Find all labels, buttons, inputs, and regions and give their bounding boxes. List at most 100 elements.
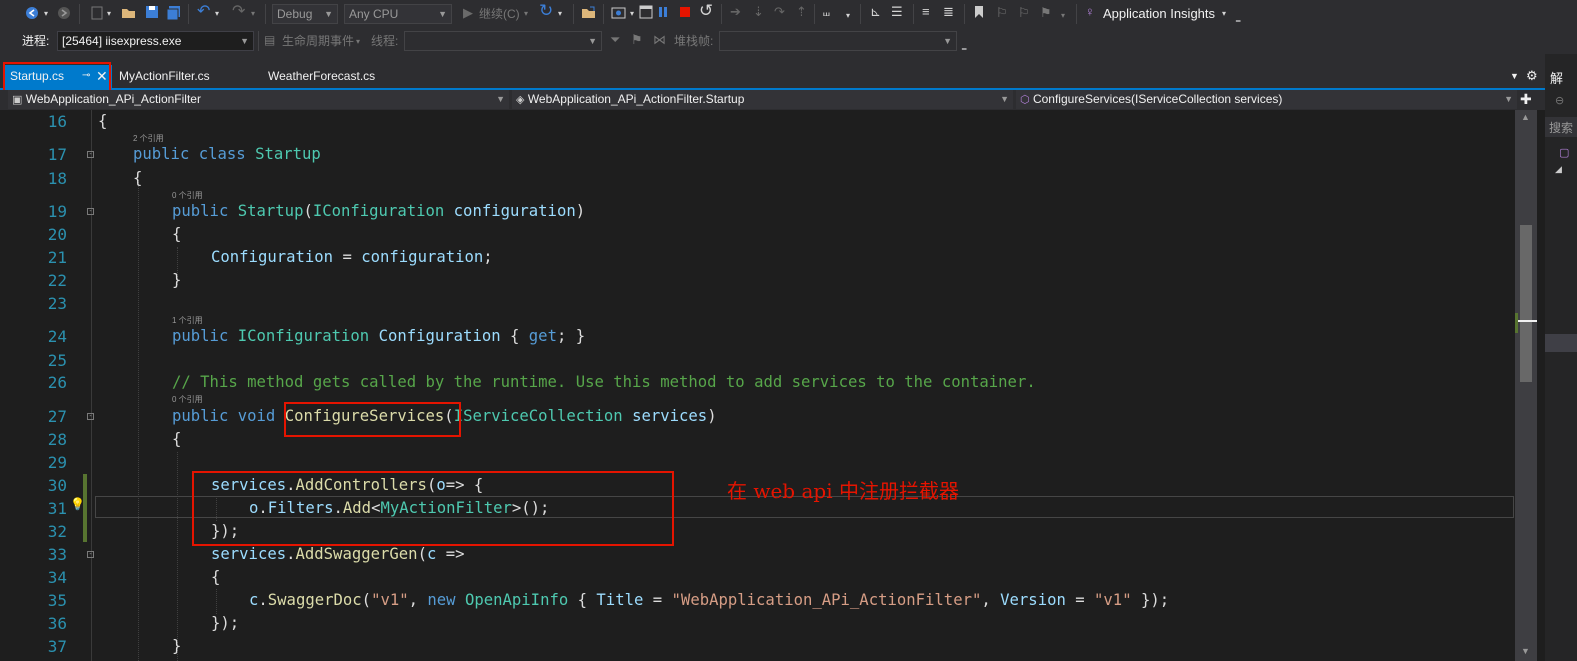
configuration-select[interactable]: Debug ▼ — [272, 4, 338, 24]
code-line[interactable]: 18 { — [0, 167, 1515, 190]
prev-bookmark-icon[interactable]: ⚐ — [996, 5, 1008, 21]
codelens-references[interactable]: 0 个引用 — [172, 190, 203, 201]
code-line[interactable]: 28 { — [0, 428, 1515, 451]
code-line[interactable]: 35 c.SwaggerDoc("v1", new OpenApiInfo { T… — [0, 589, 1515, 612]
dropdown-icon[interactable]: ▾ — [44, 6, 48, 22]
save-icon[interactable] — [145, 5, 159, 23]
screenshot-icon[interactable] — [611, 5, 627, 25]
pause-icon[interactable] — [657, 5, 669, 23]
dropdown-icon[interactable]: ▾ — [1061, 8, 1065, 24]
clear-bookmark-icon[interactable]: ⚑ — [1040, 5, 1052, 21]
app-insights-button[interactable]: Application Insights — [1103, 6, 1215, 22]
lightbulb-icon[interactable]: ♀ — [1085, 4, 1095, 20]
new-project-icon[interactable] — [90, 5, 104, 25]
code-line[interactable]: 23 — [0, 292, 1515, 315]
undo-icon[interactable]: ↶ — [197, 4, 210, 20]
dropdown-icon[interactable]: ▾ — [846, 8, 850, 24]
window-icon[interactable] — [639, 5, 653, 23]
code-line[interactable]: 34 { — [0, 566, 1515, 589]
code-line[interactable]: 36}); — [0, 612, 1515, 635]
step-into-icon[interactable]: ⇣ — [753, 4, 764, 20]
code-line[interactable]: 25 — [0, 349, 1515, 372]
redo-icon[interactable]: ↷ — [232, 4, 245, 20]
codelens-references[interactable]: 1 个引用 — [172, 315, 203, 326]
refresh-icon[interactable]: ↻ — [539, 2, 553, 19]
lifecycle-events-button[interactable]: 生命周期事件 — [282, 33, 354, 49]
tab-weatherforecast[interactable]: WeatherForecast.cs — [262, 65, 412, 89]
expand-icon[interactable]: ◢ — [1555, 164, 1562, 175]
dropdown-icon[interactable]: ▾ — [630, 6, 634, 22]
codelens-references[interactable]: 0 个引用 — [172, 394, 203, 405]
dropdown-icon[interactable]: ▾ — [215, 6, 219, 22]
code-line[interactable]: 21 Configuration = configuration; — [0, 246, 1515, 269]
breakpoint-icon[interactable]: ⊾ — [870, 4, 881, 20]
code-line[interactable]: 22} — [0, 269, 1515, 292]
code-text[interactable]: { — [172, 428, 181, 451]
member-select[interactable]: ⬡ ConfigureServices(IServiceCollection s… — [1016, 90, 1517, 109]
code-text[interactable]: { — [133, 167, 142, 190]
lifecycle-icon[interactable]: ▤ — [264, 32, 275, 48]
search-input[interactable]: 搜索 — [1545, 117, 1577, 137]
restart-icon[interactable]: ↺ — [699, 2, 713, 19]
dropdown-icon[interactable]: ▾ — [524, 6, 528, 22]
code-text[interactable]: { — [211, 566, 220, 589]
code-text[interactable]: // This method gets called by the runtim… — [172, 371, 1036, 394]
overflow-icon[interactable]: ‗ — [962, 38, 966, 54]
stop-icon[interactable] — [679, 6, 691, 22]
code-text[interactable]: } — [172, 269, 181, 292]
open-folder-icon[interactable] — [121, 5, 137, 25]
code-text[interactable]: public IConfiguration Configuration { ge… — [172, 325, 585, 348]
scroll-down-icon[interactable]: ▼ — [1521, 646, 1530, 656]
code-text[interactable]: public Startup(IConfiguration configurat… — [172, 200, 585, 223]
tab-myactionfilter[interactable]: MyActionFilter.cs — [112, 65, 252, 89]
selected-row[interactable] — [1545, 334, 1577, 352]
code-text[interactable]: } — [172, 635, 181, 658]
step-out-icon[interactable]: ⇡ — [796, 4, 807, 20]
code-text[interactable]: { — [98, 110, 107, 133]
collapse-icon[interactable]: - — [87, 208, 94, 215]
dropdown-icon[interactable]: ▾ — [107, 6, 111, 22]
show-next-statement-icon[interactable]: ➔ — [730, 4, 741, 20]
collapse-icon[interactable]: - — [87, 413, 94, 420]
code-line[interactable]: 20 { — [0, 223, 1515, 246]
code-text[interactable]: }); — [211, 612, 239, 635]
code-text[interactable]: public class Startup — [133, 143, 321, 166]
code-text[interactable]: Configuration = configuration; — [211, 246, 493, 269]
continue-icon[interactable]: ▶ — [463, 5, 473, 21]
project-select[interactable]: ▣ WebApplication_APi_ActionFilter ▼ — [8, 90, 509, 109]
editor-scrollbar[interactable]: ▲ ▼ — [1515, 110, 1537, 661]
step-over-icon[interactable]: ↷ — [774, 4, 785, 20]
expand-threads-icon[interactable]: ⋈ — [653, 32, 666, 48]
gear-icon[interactable]: ⚙ — [1526, 68, 1538, 84]
code-text[interactable]: c.SwaggerDoc("v1", new OpenApiInfo { Tit… — [249, 589, 1169, 612]
continue-button[interactable]: 继续(C) — [479, 6, 520, 22]
filter-icon[interactable]: ⏷ — [610, 32, 620, 48]
align-right-icon[interactable]: ≣ — [943, 4, 954, 20]
dropdown-icon[interactable]: ▾ — [356, 34, 360, 50]
code-line[interactable]: 19 public Startup(IConfiguration configur… — [0, 200, 1515, 223]
flag-icon[interactable]: ⚑ — [631, 32, 643, 48]
save-all-icon[interactable] — [166, 5, 182, 25]
codelens-references[interactable]: 2 个引用 — [133, 133, 164, 144]
process-select[interactable]: [25464] iisexpress.exe ▼ — [57, 31, 254, 51]
hot-reload-icon[interactable]: ⧢ — [823, 4, 830, 20]
code-line[interactable]: 33 services.AddSwaggerGen(c => — [0, 543, 1515, 566]
code-text[interactable]: services.AddSwaggerGen(c => — [211, 543, 465, 566]
thread-select[interactable]: ▼ — [404, 31, 602, 51]
back-icon[interactable]: ⊖ — [1555, 94, 1564, 107]
collapse-icon[interactable]: - — [87, 151, 94, 158]
forward-icon[interactable] — [57, 6, 71, 24]
code-text[interactable]: { — [172, 223, 181, 246]
open-file-icon[interactable] — [581, 5, 597, 25]
dropdown-icon[interactable]: ▾ — [1222, 6, 1226, 22]
overflow-icon[interactable]: ‗ — [1236, 10, 1240, 26]
format-icon[interactable]: ☰ — [891, 4, 903, 20]
tab-list-dropdown-icon[interactable]: ▼ — [1510, 71, 1519, 81]
next-bookmark-icon[interactable]: ⚐ — [1018, 5, 1030, 21]
split-icon[interactable]: ✚ — [1520, 91, 1532, 108]
code-line[interactable]: 26 // This method gets called by the runt… — [0, 371, 1515, 394]
class-select[interactable]: ◈ WebApplication_APi_ActionFilter.Startu… — [512, 90, 1013, 109]
back-icon[interactable] — [25, 6, 39, 24]
bookmark-icon[interactable] — [973, 5, 985, 23]
stack-frame-select[interactable]: ▼ — [719, 31, 957, 51]
